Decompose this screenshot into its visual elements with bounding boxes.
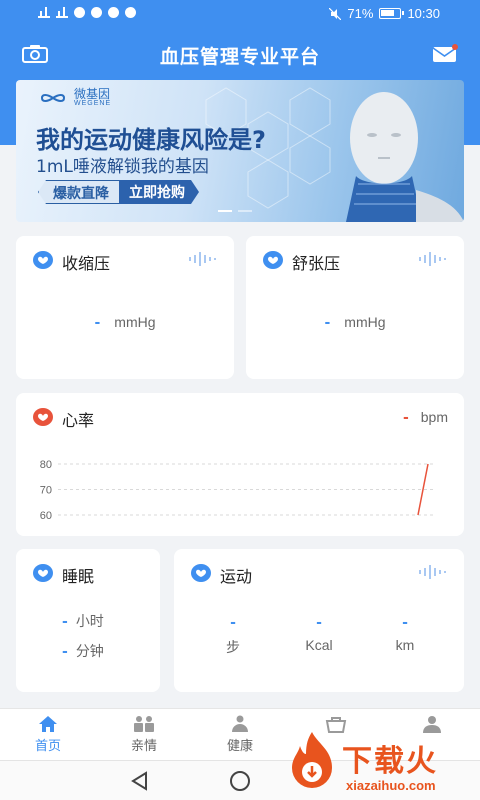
sport-calories-unit: Kcal bbox=[305, 637, 333, 653]
sleep-hours: - 小时 bbox=[62, 611, 104, 631]
status-bar: 71% 10:30 bbox=[0, 0, 480, 30]
sleep-minutes: - 分钟 bbox=[62, 641, 104, 661]
battery-icon bbox=[379, 8, 405, 19]
banner-cta[interactable]: 爆款直降 立即抢购 bbox=[38, 180, 199, 204]
brand-subtitle: WEGENE bbox=[74, 100, 112, 107]
brand-infinity-icon bbox=[40, 93, 66, 102]
home-circle-icon[interactable] bbox=[228, 769, 252, 793]
sport-distance-unit: km bbox=[395, 637, 415, 653]
back-icon[interactable] bbox=[128, 769, 152, 793]
voice-wave-icon[interactable] bbox=[188, 252, 218, 266]
status-time: 10:30 bbox=[407, 6, 440, 21]
tab-family[interactable]: 亲情 bbox=[96, 709, 192, 761]
tab-home[interactable]: 首页 bbox=[0, 709, 96, 761]
tab-home-label: 首页 bbox=[34, 739, 61, 754]
brand-logo: 微基因 WEGENE bbox=[38, 88, 111, 107]
heart-shield-icon bbox=[33, 251, 53, 269]
sport-heart-icon bbox=[191, 564, 211, 582]
chart-y-tick-label: 80 bbox=[40, 459, 52, 471]
diastolic-value: - bbox=[324, 315, 331, 331]
banner-pagination bbox=[218, 210, 252, 212]
moon-heart-icon bbox=[33, 564, 53, 582]
sport-calories-value: - bbox=[316, 615, 322, 631]
banner-subline: 1mL唾液解锁我的基因 bbox=[36, 157, 209, 177]
signal-icon-2 bbox=[56, 7, 68, 18]
diastolic-card[interactable]: 舒张压 - mmHg bbox=[246, 236, 464, 379]
systolic-value: - bbox=[94, 315, 101, 331]
app-header: 血压管理专业平台 bbox=[0, 30, 480, 76]
sport-calories: - Kcal bbox=[284, 615, 354, 653]
sleep-card[interactable]: 睡眠 - 小时 - 分钟 bbox=[16, 549, 160, 692]
sleep-hours-unit: 小时 bbox=[75, 613, 104, 629]
tab-health-label: 健康 bbox=[226, 739, 253, 754]
status-icons-left bbox=[38, 7, 136, 18]
sport-card[interactable]: 运动 - 步 - Kcal - km bbox=[174, 549, 464, 692]
message-icon bbox=[91, 7, 102, 18]
systolic-card[interactable]: 收缩压 - mmHg bbox=[16, 236, 234, 379]
brand-name: 微基因 bbox=[74, 87, 111, 101]
heart-rate-chart: 80 70 60 bbox=[40, 459, 434, 522]
diastolic-reading: - mmHg bbox=[246, 314, 464, 331]
home-icon bbox=[39, 716, 57, 732]
chart-y-tick-label: 60 bbox=[40, 510, 52, 522]
banner-cta-buy-button[interactable]: 立即抢购 bbox=[119, 180, 199, 204]
health-icon bbox=[232, 715, 248, 732]
chart-y-tick-label: 70 bbox=[40, 485, 52, 497]
banner-dot bbox=[238, 210, 252, 212]
sport-distance-value: - bbox=[402, 615, 408, 631]
human-head-illustration bbox=[346, 92, 464, 222]
banner-cta-discount[interactable]: 爆款直降 bbox=[38, 180, 119, 204]
family-icon bbox=[134, 716, 154, 732]
banner-headline: 我的运动健康风险是? bbox=[36, 126, 266, 154]
tab-family-label: 亲情 bbox=[130, 739, 157, 754]
sleep-title: 睡眠 bbox=[62, 567, 95, 586]
notification-icon bbox=[125, 7, 136, 18]
battery-percent: 71% bbox=[347, 6, 374, 21]
sport-steps-unit: 步 bbox=[226, 639, 240, 655]
sleep-hours-value: - bbox=[62, 614, 68, 630]
systolic-title: 收缩压 bbox=[62, 254, 111, 273]
signal-icon bbox=[38, 7, 50, 18]
heart-rate-card[interactable]: 心率 - bpm 80 70 60 bbox=[16, 393, 464, 536]
voice-wave-icon[interactable] bbox=[418, 252, 448, 266]
voice-wave-icon[interactable] bbox=[418, 565, 448, 579]
promo-banner[interactable]: 微基因 WEGENE 我的运动健康风险是? 1mL唾液解锁我的基因 爆款直降 立… bbox=[16, 80, 464, 222]
sleep-minutes-value: - bbox=[62, 644, 68, 660]
watermark-text: 下载火 bbox=[342, 744, 438, 779]
mail-icon[interactable] bbox=[432, 44, 458, 63]
sleep-minutes-unit: 分钟 bbox=[75, 643, 104, 659]
sport-title: 运动 bbox=[220, 567, 253, 586]
flame-logo-icon bbox=[292, 732, 332, 788]
diastolic-title: 舒张压 bbox=[292, 254, 341, 273]
status-icons-right: 71% 10:30 bbox=[329, 6, 440, 21]
sport-steps-value: - bbox=[230, 615, 236, 631]
tab-health[interactable]: 健康 bbox=[192, 709, 288, 761]
wifi-icon bbox=[74, 7, 85, 18]
sport-distance: - km bbox=[370, 615, 440, 653]
chat-icon bbox=[108, 7, 119, 18]
page-title: 血压管理专业平台 bbox=[159, 46, 320, 68]
systolic-reading: - mmHg bbox=[16, 314, 234, 331]
watermark-logo: 下载火 xiazaihuo.com bbox=[280, 728, 480, 800]
watermark-url: xiazaihuo.com bbox=[346, 778, 436, 793]
systolic-unit: mmHg bbox=[114, 314, 156, 330]
sport-steps: - 步 bbox=[198, 615, 268, 657]
heart-shield-icon bbox=[263, 251, 283, 269]
banner-dot-active bbox=[218, 210, 232, 212]
diastolic-unit: mmHg bbox=[344, 314, 386, 330]
mute-icon bbox=[329, 7, 342, 20]
